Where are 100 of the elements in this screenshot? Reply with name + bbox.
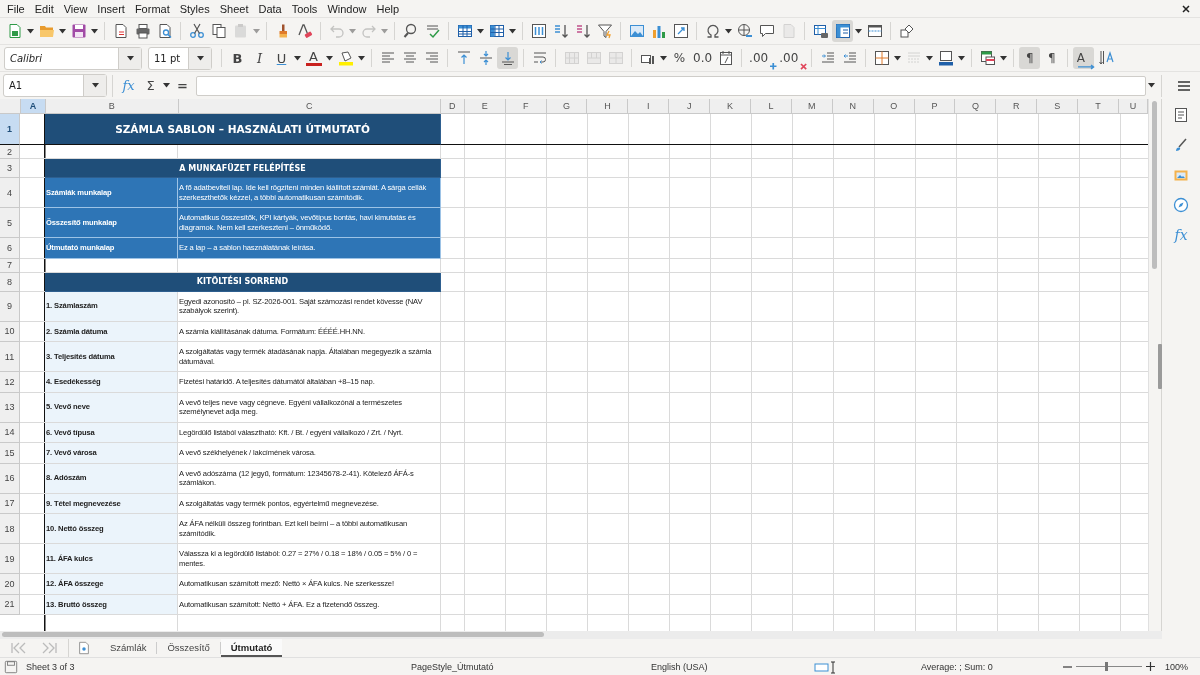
menu-item[interactable]: Tools [286, 2, 323, 15]
row-header[interactable]: 5 [0, 208, 20, 238]
zoom-level: 100% [1165, 661, 1189, 672]
column-header[interactable]: J [669, 99, 711, 113]
column-header[interactable]: L [751, 99, 792, 113]
sidebar-handle[interactable] [1158, 344, 1162, 389]
column-header[interactable]: N [832, 99, 874, 113]
column-header[interactable]: G [546, 99, 588, 113]
percent-button[interactable]: % [669, 47, 690, 69]
slider-thumb[interactable] [1105, 662, 1109, 671]
row-header[interactable]: 10 [0, 321, 20, 342]
column-header[interactable]: T [1078, 99, 1120, 113]
sheet-tab[interactable]: Számlák [100, 639, 157, 657]
row-header[interactable]: 11 [0, 342, 20, 372]
row-header[interactable]: 16 [0, 463, 20, 494]
caret-icon [294, 55, 301, 61]
font-color-button[interactable]: A [303, 47, 324, 69]
right-to-left-button[interactable]: ¶ [1041, 47, 1063, 69]
sheet-tab[interactable]: Útmutató [220, 639, 283, 657]
zoom-out-button[interactable] [1061, 665, 1074, 668]
column-header[interactable]: R [996, 99, 1038, 113]
page-style: PageStyle_Útmutató [411, 661, 495, 672]
menu-item[interactable]: View [58, 2, 93, 15]
formula-input[interactable] [196, 75, 1146, 96]
column-header[interactable]: K [710, 99, 752, 113]
dropdown-button[interactable] [118, 47, 141, 69]
sum-button[interactable]: Σ [140, 74, 161, 97]
row-header[interactable]: 12 [0, 372, 20, 393]
left-to-right-button[interactable]: ¶ [1019, 47, 1041, 69]
freeze-button[interactable] [832, 20, 853, 42]
caret-icon [253, 28, 260, 34]
menu-item[interactable]: Insert [92, 2, 130, 15]
column-header[interactable]: H [587, 99, 629, 113]
name-box[interactable]: A1 [3, 74, 107, 97]
column-header[interactable]: U [1119, 99, 1148, 113]
menu-item[interactable]: Edit [29, 2, 59, 15]
border-color-icon [937, 50, 954, 66]
dropdown-button[interactable] [188, 47, 211, 69]
row-header[interactable]: 1 [0, 114, 20, 145]
row-header[interactable]: 18 [0, 514, 20, 544]
scrollbar-thumb[interactable] [1152, 101, 1157, 269]
formula-button[interactable]: = [172, 74, 193, 97]
scrollbar-thumb[interactable] [2, 632, 544, 637]
new-sheet-icon [76, 640, 91, 656]
row-header[interactable]: 17 [0, 493, 20, 514]
compass-icon [1173, 197, 1189, 213]
menu-item[interactable]: Styles [174, 2, 215, 15]
image-icon [628, 23, 645, 39]
menu-item[interactable]: File [2, 2, 30, 15]
column-header[interactable]: S [1037, 99, 1079, 113]
row-header[interactable]: 19 [0, 544, 20, 574]
row-header[interactable]: 14 [0, 422, 20, 443]
menu-item[interactable]: Format [129, 2, 175, 15]
row-header[interactable]: 13 [0, 392, 20, 423]
font-size-field[interactable]: 11 pt [148, 46, 212, 70]
column-header[interactable]: D [440, 99, 465, 113]
column-header[interactable]: F [505, 99, 547, 113]
row-header[interactable]: 2 [0, 145, 20, 159]
column-header[interactable]: E [464, 99, 506, 113]
menu-item[interactable]: Window [322, 2, 372, 15]
row-header[interactable]: 6 [0, 238, 20, 259]
bar-chart-icon [650, 23, 667, 39]
row-header[interactable]: 20 [0, 574, 20, 595]
table-printer-icon [812, 23, 829, 39]
font-name-field[interactable]: Calibri [4, 46, 142, 70]
italic-button[interactable]: I [249, 47, 270, 69]
column-header[interactable]: P [914, 99, 956, 113]
copy-icon [210, 23, 227, 39]
menu-item[interactable]: Help [371, 2, 405, 15]
zoom-in-button[interactable] [1144, 662, 1157, 671]
row-header[interactable]: 4 [0, 178, 20, 208]
row-header[interactable]: 21 [0, 594, 20, 615]
caret-icon [509, 28, 516, 34]
row-header[interactable]: 3 [0, 159, 20, 178]
underline-button[interactable]: U [271, 47, 292, 69]
column-header[interactable]: I [628, 99, 670, 113]
vertical-text-icon [1097, 50, 1114, 66]
search-icon [402, 23, 419, 39]
column-header[interactable]: B [45, 99, 179, 113]
column-header[interactable]: M [791, 99, 833, 113]
font-name-value: Calibri [9, 51, 43, 66]
text-direction-button[interactable]: A [1073, 47, 1095, 69]
horizontal-scrollbar[interactable] [0, 631, 1162, 639]
menu-item[interactable]: Data [253, 2, 287, 15]
row-header[interactable]: 9 [0, 291, 20, 322]
delete-decimal-button[interactable]: .00 [777, 47, 807, 69]
column-header[interactable]: O [873, 99, 915, 113]
document-icon [780, 23, 797, 39]
menu-item[interactable]: Sheet [214, 2, 254, 15]
vertical-scrollbar[interactable] [1148, 99, 1161, 631]
align-bottom-button[interactable] [497, 47, 518, 69]
row-header[interactable]: 15 [0, 443, 20, 464]
add-decimal-button[interactable]: .00 [747, 47, 777, 69]
number-format-button[interactable]: 0.0 [691, 47, 715, 69]
dropdown-button[interactable] [83, 75, 106, 96]
column-header[interactable]: A [20, 99, 46, 113]
column-header[interactable]: Q [955, 99, 997, 113]
bold-button[interactable]: B [227, 47, 248, 69]
column-header[interactable]: C [178, 99, 441, 113]
sheet-tab[interactable]: Összesítő [157, 639, 220, 657]
